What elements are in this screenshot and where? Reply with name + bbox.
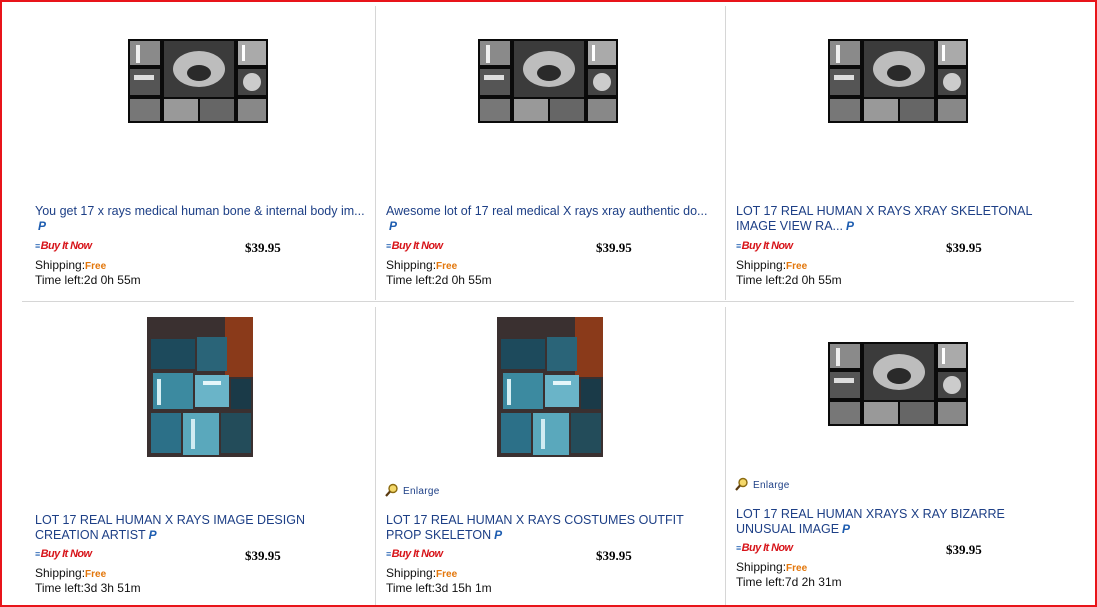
magnifier-icon — [735, 477, 748, 491]
buy-it-now-icon: ≡ — [736, 241, 741, 251]
buy-it-now-icon: ≡ — [386, 241, 391, 251]
buy-it-now-badge[interactable]: ≡Buy It Now — [386, 240, 443, 252]
shipping-info: Shipping:Free — [736, 258, 808, 272]
paypal-icon: P — [845, 219, 854, 233]
listing-title[interactable]: LOT 17 REAL HUMAN XRAYS X RAY BIZARRE UN… — [736, 507, 1066, 537]
listing-thumbnail-xray-photo[interactable] — [497, 317, 603, 457]
buy-it-now-icon: ≡ — [386, 549, 391, 559]
buy-it-now-badge[interactable]: ≡Buy It Now — [736, 542, 793, 554]
buy-it-now-badge[interactable]: ≡Buy It Now — [35, 548, 92, 560]
listing-grid: You get 17 x rays medical human bone & i… — [0, 0, 1097, 607]
listing-price: $39.95 — [946, 542, 982, 557]
buy-it-now-icon: ≡ — [35, 549, 40, 559]
paypal-icon: P — [38, 219, 47, 233]
shipping-cost: Free — [85, 261, 107, 272]
shipping-cost: Free — [436, 261, 458, 272]
buy-it-now-badge[interactable]: ≡Buy It Now — [386, 548, 443, 560]
buy-it-now-icon: ≡ — [35, 241, 40, 251]
listing-price: $39.95 — [245, 240, 281, 255]
time-left: Time left:2d 0h 55m — [35, 273, 141, 287]
listing-card: LOT 17 REAL HUMAN X RAYS XRAY SKELETONAL… — [724, 2, 1074, 302]
listing-card: LOT 17 REAL HUMAN X RAYS IMAGE DESIGN CR… — [23, 302, 373, 605]
enlarge-link[interactable]: Enlarge — [735, 477, 790, 491]
time-left: Time left:3d 3h 51m — [35, 581, 141, 595]
buy-it-now-badge[interactable]: ≡Buy It Now — [736, 240, 793, 252]
paypal-icon: P — [494, 528, 503, 542]
listing-title[interactable]: Awesome lot of 17 real medical X rays xr… — [386, 204, 716, 234]
time-left: Time left:2d 0h 55m — [736, 273, 842, 287]
listing-thumbnail-xray-collage[interactable] — [828, 39, 968, 123]
listing-price: $39.95 — [596, 240, 632, 255]
buy-it-now-icon: ≡ — [736, 543, 741, 553]
listing-card: Enlarge LOT 17 REAL HUMAN XRAYS X RAY BI… — [724, 302, 1074, 605]
listing-card: You get 17 x rays medical human bone & i… — [23, 2, 373, 302]
time-left: Time left:3d 15h 1m — [386, 581, 492, 595]
buy-it-now-badge[interactable]: ≡Buy It Now — [35, 240, 92, 252]
listing-thumbnail-xray-collage[interactable] — [478, 39, 618, 123]
listing-card: Awesome lot of 17 real medical X rays xr… — [374, 2, 724, 302]
listing-thumbnail-xray-collage[interactable] — [828, 342, 968, 426]
enlarge-link[interactable]: Enlarge — [385, 483, 440, 497]
paypal-icon: P — [389, 219, 398, 233]
listing-card: Enlarge LOT 17 REAL HUMAN X RAYS COSTUME… — [374, 302, 724, 605]
shipping-info: Shipping:Free — [386, 566, 458, 580]
time-left: Time left:2d 0h 55m — [386, 273, 492, 287]
listing-thumbnail-xray-photo[interactable] — [147, 317, 253, 457]
magnifier-icon — [385, 483, 398, 497]
listing-price: $39.95 — [946, 240, 982, 255]
shipping-cost: Free — [85, 569, 107, 580]
shipping-info: Shipping:Free — [386, 258, 458, 272]
paypal-icon: P — [842, 522, 851, 536]
listing-thumbnail-xray-collage[interactable] — [128, 39, 268, 123]
listing-price: $39.95 — [245, 548, 281, 563]
time-left: Time left:7d 2h 31m — [736, 575, 842, 589]
shipping-info: Shipping:Free — [35, 258, 107, 272]
shipping-info: Shipping:Free — [736, 560, 808, 574]
listing-title[interactable]: You get 17 x rays medical human bone & i… — [35, 204, 365, 234]
listing-price: $39.95 — [596, 548, 632, 563]
paypal-icon: P — [148, 528, 157, 542]
shipping-cost: Free — [786, 563, 808, 574]
listing-title[interactable]: LOT 17 REAL HUMAN X RAYS XRAY SKELETONAL… — [736, 204, 1066, 234]
shipping-cost: Free — [436, 569, 458, 580]
listing-title[interactable]: LOT 17 REAL HUMAN X RAYS IMAGE DESIGN CR… — [35, 513, 365, 543]
listing-title[interactable]: LOT 17 REAL HUMAN X RAYS COSTUMES OUTFIT… — [386, 513, 716, 543]
shipping-info: Shipping:Free — [35, 566, 107, 580]
shipping-cost: Free — [786, 261, 808, 272]
